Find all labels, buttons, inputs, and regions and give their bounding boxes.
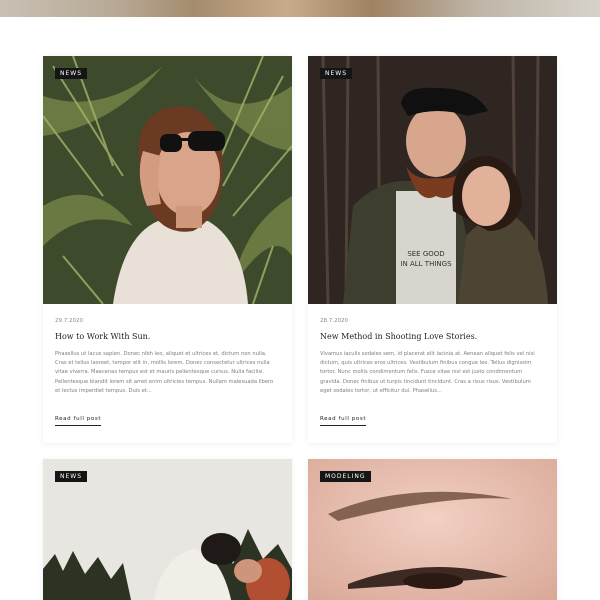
category-badge[interactable]: NEWS — [55, 471, 88, 482]
post-date: 29.7.2020 — [55, 318, 83, 324]
post-image[interactable]: MODELING — [308, 459, 557, 600]
post-excerpt: Vivamus iaculis sodales sem, id placerat… — [320, 351, 535, 394]
blog-post-card: NEWS 29.7.2020 How to Work With Sun. Pha… — [43, 56, 292, 443]
post-excerpt: Phasellus ut lacus sapien. Donec nibh le… — [55, 351, 274, 394]
category-badge[interactable]: NEWS — [320, 68, 353, 79]
read-full-post-link[interactable]: Read full post — [320, 416, 367, 426]
post-image[interactable]: NEWS — [43, 56, 292, 304]
hero-image-strip — [0, 0, 600, 17]
post-image[interactable]: SEE GOOD IN ALL THINGS NEWS — [308, 56, 557, 304]
category-badge[interactable]: NEWS — [55, 68, 88, 79]
read-full-post-link[interactable]: Read full post — [55, 416, 102, 426]
post-title[interactable]: How to Work With Sun. — [55, 332, 280, 341]
shirt-print-line-2: IN ALL THINGS — [400, 260, 452, 268]
blog-post-card: MODELING — [308, 459, 557, 600]
couple-forest-photo: SEE GOOD IN ALL THINGS — [308, 56, 557, 304]
post-image[interactable]: NEWS — [43, 459, 292, 600]
post-title[interactable]: New Method in Shooting Love Stories. — [320, 332, 545, 341]
blog-post-card: SEE GOOD IN ALL THINGS NEWS 28.7.2020 Ne… — [308, 56, 557, 443]
blog-post-card: NEWS — [43, 459, 292, 600]
woman-sunglasses-photo — [43, 56, 292, 304]
category-badge[interactable]: MODELING — [320, 471, 371, 482]
post-date: 28.7.2020 — [320, 318, 348, 324]
shirt-print-line-1: SEE GOOD — [407, 250, 444, 258]
